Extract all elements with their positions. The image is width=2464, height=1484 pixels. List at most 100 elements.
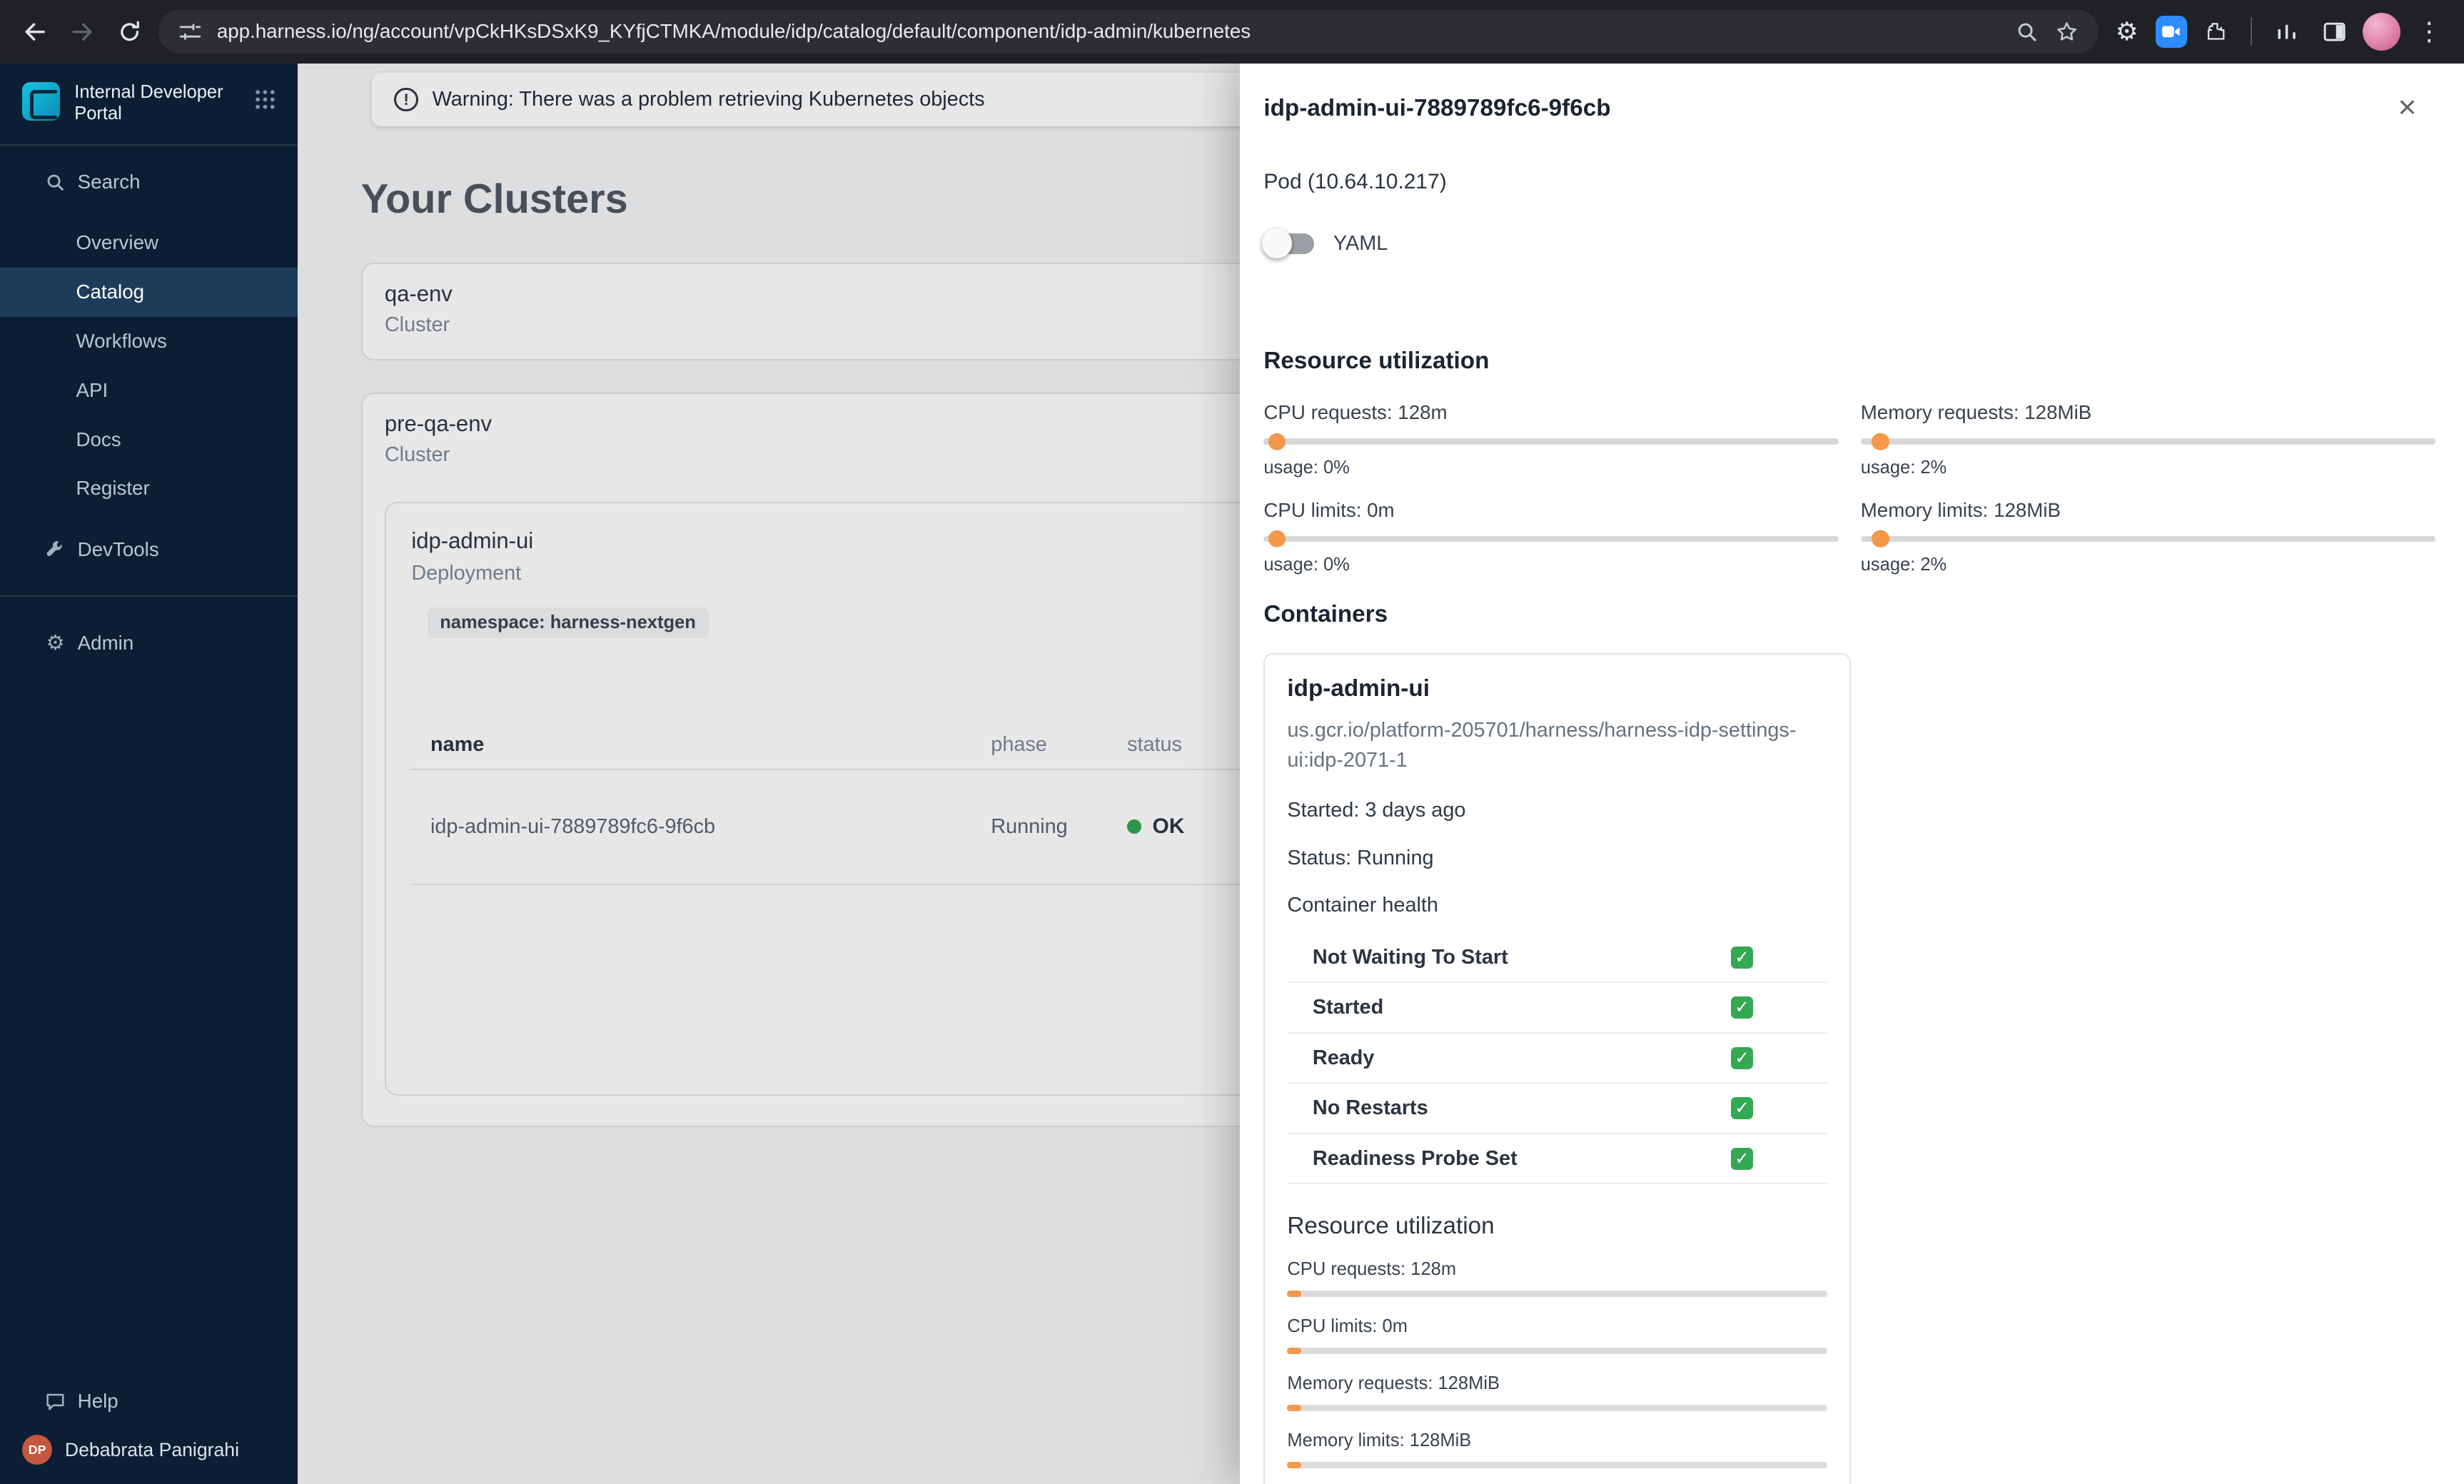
sidebar-item-devtools[interactable]: DevTools bbox=[0, 525, 298, 573]
container-card: idp-admin-ui us.gcr.io/platform-205701/h… bbox=[1263, 653, 1852, 1484]
resource-meters: CPU requests: 128m usage: 0% Memory requ… bbox=[1263, 401, 2436, 576]
search-icon[interactable] bbox=[2014, 19, 2039, 44]
container-started: Started: 3 days ago bbox=[1287, 799, 1466, 822]
sidebar-item-workflows[interactable]: Workflows bbox=[0, 317, 298, 366]
health-row-no-restarts: No Restarts ✓ bbox=[1287, 1084, 1828, 1134]
meter-label: CPU limits: 0m bbox=[1263, 498, 1395, 521]
site-info-icon[interactable] bbox=[177, 19, 202, 44]
app-title: Internal Developer Portal bbox=[74, 82, 223, 124]
containers-section-title: Containers bbox=[1263, 600, 1388, 627]
small-meter-fill bbox=[1287, 1462, 1302, 1469]
help-chat-icon bbox=[44, 1390, 66, 1413]
small-meter-label: Memory limits: 128MiB bbox=[1287, 1430, 1472, 1450]
small-meter-fill bbox=[1287, 1291, 1302, 1298]
toggle-knob bbox=[1262, 228, 1293, 259]
zoom-extension-icon[interactable] bbox=[2155, 16, 2187, 48]
small-meter-fill bbox=[1287, 1348, 1302, 1355]
meter-track bbox=[1860, 530, 2436, 548]
container-name: idp-admin-ui bbox=[1287, 675, 1430, 702]
health-label: Ready bbox=[1312, 1046, 1375, 1069]
yaml-toggle[interactable] bbox=[1262, 228, 1315, 259]
small-meter-track bbox=[1287, 1405, 1828, 1412]
small-meter-cpu-limits: CPU limits: 0m bbox=[1287, 1316, 1828, 1355]
back-icon[interactable] bbox=[16, 13, 54, 51]
check-icon: ✓ bbox=[1731, 1097, 1754, 1120]
health-row-ready: Ready ✓ bbox=[1287, 1034, 1828, 1084]
meter-thumb bbox=[1872, 530, 1889, 548]
container-image-link[interactable]: us.gcr.io/platform-205701/harness/harnes… bbox=[1287, 715, 1827, 775]
meter-memory-requests: Memory requests: 128MiB usage: 2% bbox=[1860, 401, 2436, 478]
menu-kebab-icon[interactable]: ⋮ bbox=[2410, 13, 2448, 51]
health-row-started: Started ✓ bbox=[1287, 983, 1828, 1034]
close-icon[interactable]: × bbox=[2398, 91, 2417, 123]
sidebar-search-label: Search bbox=[77, 171, 141, 193]
small-meter-track bbox=[1287, 1348, 1828, 1355]
sidebar-item-docs[interactable]: Docs bbox=[0, 415, 298, 464]
toolbar-separator bbox=[2250, 17, 2252, 46]
meter-track bbox=[1860, 433, 2436, 450]
gear-icon: ⚙ bbox=[46, 632, 65, 655]
meter-thumb bbox=[1268, 530, 1286, 548]
sidebar-item-admin[interactable]: ⚙ Admin bbox=[0, 619, 298, 667]
check-icon: ✓ bbox=[1731, 1046, 1754, 1069]
meter-memory-limits: Memory limits: 128MiB usage: 2% bbox=[1860, 498, 2436, 576]
sidebar-item-register[interactable]: Register bbox=[0, 464, 298, 513]
sidebar-item-overview[interactable]: Overview bbox=[0, 218, 298, 268]
sidebar-divider bbox=[0, 595, 298, 597]
meter-cpu-limits: CPU limits: 0m usage: 0% bbox=[1263, 498, 1839, 576]
container-health-list: Not Waiting To Start ✓ Started ✓ Ready ✓… bbox=[1287, 933, 1828, 1185]
check-icon: ✓ bbox=[1731, 946, 1754, 969]
url-text: app.harness.io/ng/account/vpCkHKsDSxK9_K… bbox=[216, 20, 1251, 43]
bookmark-star-icon[interactable] bbox=[2054, 19, 2079, 44]
health-label: Not Waiting To Start bbox=[1312, 945, 1508, 969]
search-icon bbox=[44, 171, 66, 193]
meter-label: Memory requests: 128MiB bbox=[1860, 401, 2092, 424]
side-panel-icon[interactable] bbox=[2316, 13, 2353, 51]
sidebar-item-catalog[interactable]: Catalog bbox=[0, 267, 298, 317]
settings-gear-icon[interactable]: ⚙ bbox=[2108, 13, 2146, 51]
check-icon: ✓ bbox=[1731, 996, 1754, 1019]
pod-details-drawer: × idp-admin-ui-7889789fc6-9f6cb Pod (10.… bbox=[1240, 63, 2464, 1484]
forward-icon[interactable] bbox=[64, 13, 101, 51]
health-row-readiness-probe: Readiness Probe Set ✓ bbox=[1287, 1134, 1828, 1185]
meter-track bbox=[1263, 530, 1839, 548]
sidebar-admin-label: Admin bbox=[77, 631, 134, 654]
wrench-icon bbox=[44, 538, 66, 560]
small-meter-track bbox=[1287, 1462, 1828, 1469]
sidebar-divider bbox=[0, 143, 298, 146]
health-label: Started bbox=[1312, 996, 1384, 1019]
small-meter-label: CPU requests: 128m bbox=[1287, 1258, 1457, 1279]
sidebar-user[interactable]: DP Debabrata Panigrahi bbox=[0, 1425, 298, 1468]
container-health-title: Container health bbox=[1287, 893, 1438, 917]
meter-usage: usage: 0% bbox=[1263, 555, 1350, 575]
sidebar-help[interactable]: Help bbox=[0, 1378, 298, 1425]
small-meter-label: Memory requests: 128MiB bbox=[1287, 1373, 1500, 1393]
address-bar[interactable]: app.harness.io/ng/account/vpCkHKsDSxK9_K… bbox=[158, 9, 2099, 54]
profile-avatar[interactable] bbox=[2363, 12, 2401, 51]
small-meter-fill bbox=[1287, 1405, 1302, 1412]
idp-logo bbox=[22, 82, 61, 121]
meter-label: Memory limits: 128MiB bbox=[1860, 498, 2061, 521]
refresh-icon[interactable] bbox=[111, 13, 148, 51]
meter-usage: usage: 2% bbox=[1860, 555, 1947, 575]
meter-track bbox=[1263, 433, 1839, 450]
small-meter-memory-limits: Memory limits: 128MiB bbox=[1287, 1430, 1828, 1469]
media-controls-icon[interactable] bbox=[2268, 13, 2306, 51]
check-icon: ✓ bbox=[1731, 1147, 1754, 1170]
small-meter-cpu-requests: CPU requests: 128m bbox=[1287, 1258, 1828, 1298]
sidebar-help-label: Help bbox=[77, 1390, 118, 1413]
small-meter-track bbox=[1287, 1291, 1828, 1298]
sidebar-item-api[interactable]: API bbox=[0, 365, 298, 415]
resource-utilization-title: Resource utilization bbox=[1263, 347, 1490, 374]
screen: app.harness.io/ng/account/vpCkHKsDSxK9_K… bbox=[0, 0, 2464, 1484]
health-row-not-waiting: Not Waiting To Start ✓ bbox=[1287, 933, 1828, 984]
container-status: Status: Running bbox=[1287, 846, 1434, 869]
apps-grid-icon[interactable] bbox=[255, 87, 276, 116]
sidebar-search[interactable]: Search bbox=[0, 158, 298, 206]
meter-label: CPU requests: 128m bbox=[1263, 401, 1448, 424]
yaml-toggle-label: YAML bbox=[1333, 231, 1388, 255]
meter-thumb bbox=[1268, 433, 1286, 450]
extensions-puzzle-icon[interactable] bbox=[2196, 13, 2234, 51]
pod-subtitle: Pod (10.64.10.217) bbox=[1263, 169, 1447, 193]
meter-thumb bbox=[1872, 433, 1889, 450]
